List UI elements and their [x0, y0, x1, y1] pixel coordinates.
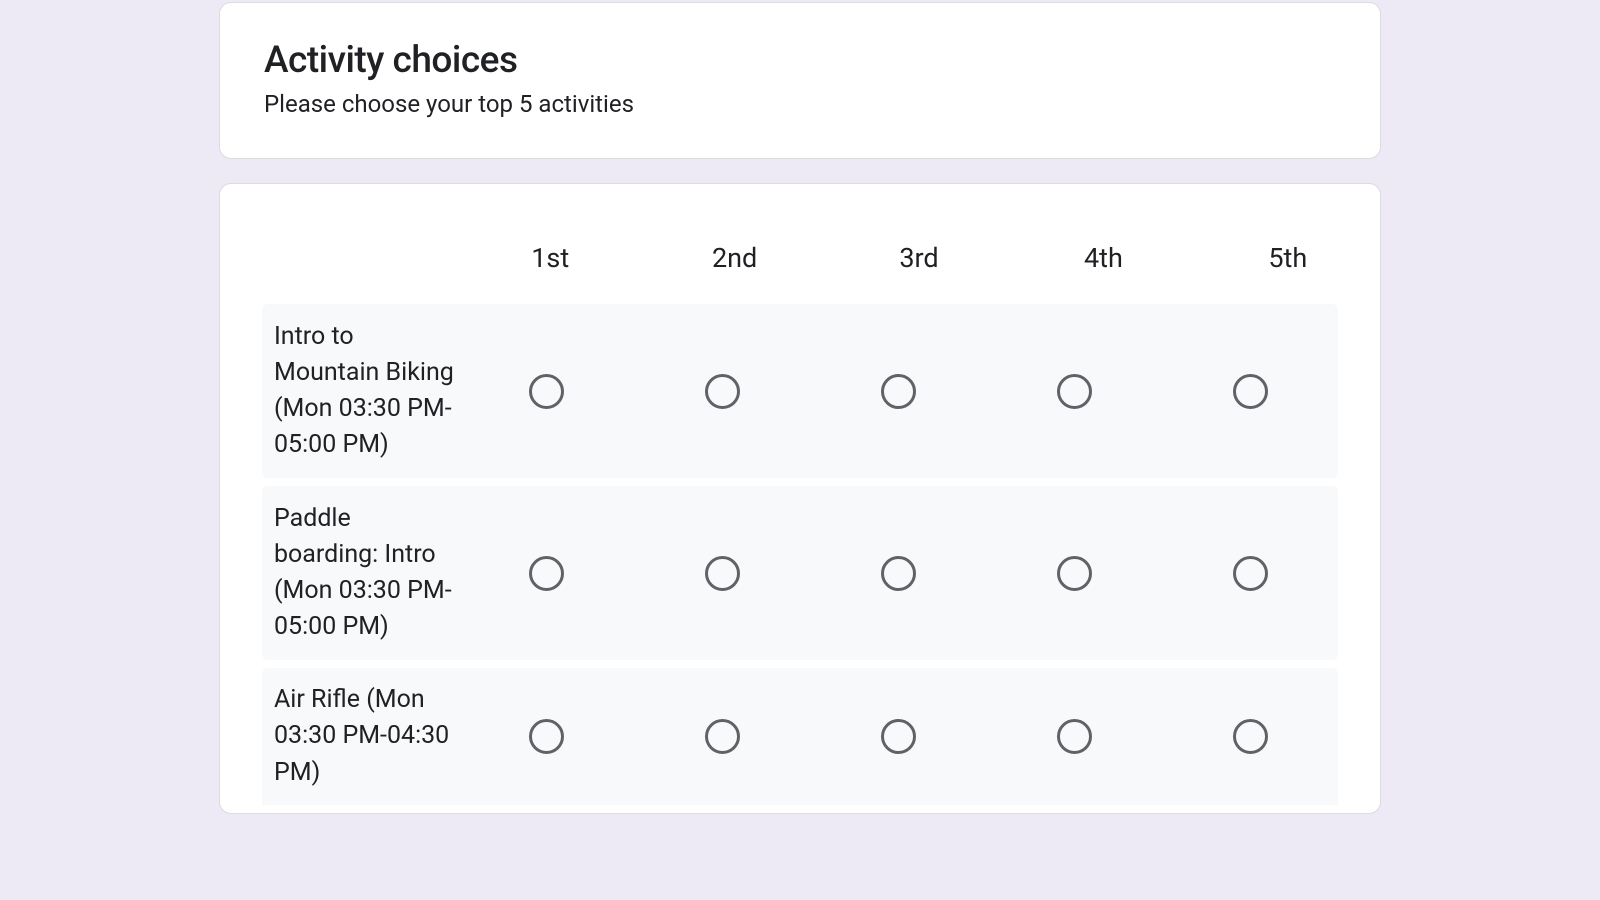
radio-row1-3rd[interactable] — [881, 556, 916, 591]
radio-row2-1st[interactable] — [529, 719, 564, 754]
radio-row2-3rd[interactable] — [881, 719, 916, 754]
radio-cell — [986, 719, 1162, 754]
radio-cell — [1162, 719, 1338, 754]
radio-row1-1st[interactable] — [529, 556, 564, 591]
radio-cell — [458, 556, 634, 591]
table-row: Intro to Mountain Biking (Mon 03:30 PM-0… — [262, 304, 1338, 478]
table-row: Paddle boarding: Intro (Mon 03:30 PM-05:… — [262, 486, 1338, 660]
radio-row0-4th[interactable] — [1057, 374, 1092, 409]
section-title: Activity choices — [264, 39, 1336, 82]
radio-cell — [810, 374, 986, 409]
activity-grid-card: 1st 2nd 3rd 4th 5th Intro to Mountain Bi… — [219, 183, 1381, 814]
section-header-card: Activity choices Please choose your top … — [219, 2, 1381, 159]
column-header-2nd: 2nd — [642, 242, 826, 274]
radio-cell — [458, 374, 634, 409]
radio-row1-5th[interactable] — [1233, 556, 1268, 591]
grid-header-row: 1st 2nd 3rd 4th 5th — [220, 242, 1380, 304]
column-header-1st: 1st — [458, 242, 642, 274]
row-label: Air Rifle (Mon 03:30 PM-04:30 PM) — [262, 682, 458, 791]
column-header-5th: 5th — [1196, 242, 1380, 274]
radio-cell — [986, 556, 1162, 591]
radio-cell — [1162, 556, 1338, 591]
grid-rows-container: Intro to Mountain Biking (Mon 03:30 PM-0… — [220, 304, 1380, 805]
radio-cell — [634, 374, 810, 409]
radio-row2-5th[interactable] — [1233, 719, 1268, 754]
radio-row1-2nd[interactable] — [705, 556, 740, 591]
radio-cell — [634, 719, 810, 754]
radio-cell — [634, 556, 810, 591]
column-header-4th: 4th — [1011, 242, 1195, 274]
row-label: Intro to Mountain Biking (Mon 03:30 PM-0… — [262, 319, 458, 464]
radio-cell — [810, 719, 986, 754]
radio-cell — [458, 719, 634, 754]
column-header-3rd: 3rd — [827, 242, 1011, 274]
section-description: Please choose your top 5 activities — [264, 90, 1336, 118]
radio-row2-4th[interactable] — [1057, 719, 1092, 754]
radio-row0-1st[interactable] — [529, 374, 564, 409]
radio-row0-3rd[interactable] — [881, 374, 916, 409]
radio-cell — [1162, 374, 1338, 409]
table-row: Air Rifle (Mon 03:30 PM-04:30 PM) — [262, 668, 1338, 805]
radio-row0-2nd[interactable] — [705, 374, 740, 409]
radio-cell — [810, 556, 986, 591]
radio-cell — [986, 374, 1162, 409]
row-label: Paddle boarding: Intro (Mon 03:30 PM-05:… — [262, 501, 458, 646]
radio-row2-2nd[interactable] — [705, 719, 740, 754]
radio-row1-4th[interactable] — [1057, 556, 1092, 591]
radio-row0-5th[interactable] — [1233, 374, 1268, 409]
grid-header-spacer — [220, 242, 458, 274]
